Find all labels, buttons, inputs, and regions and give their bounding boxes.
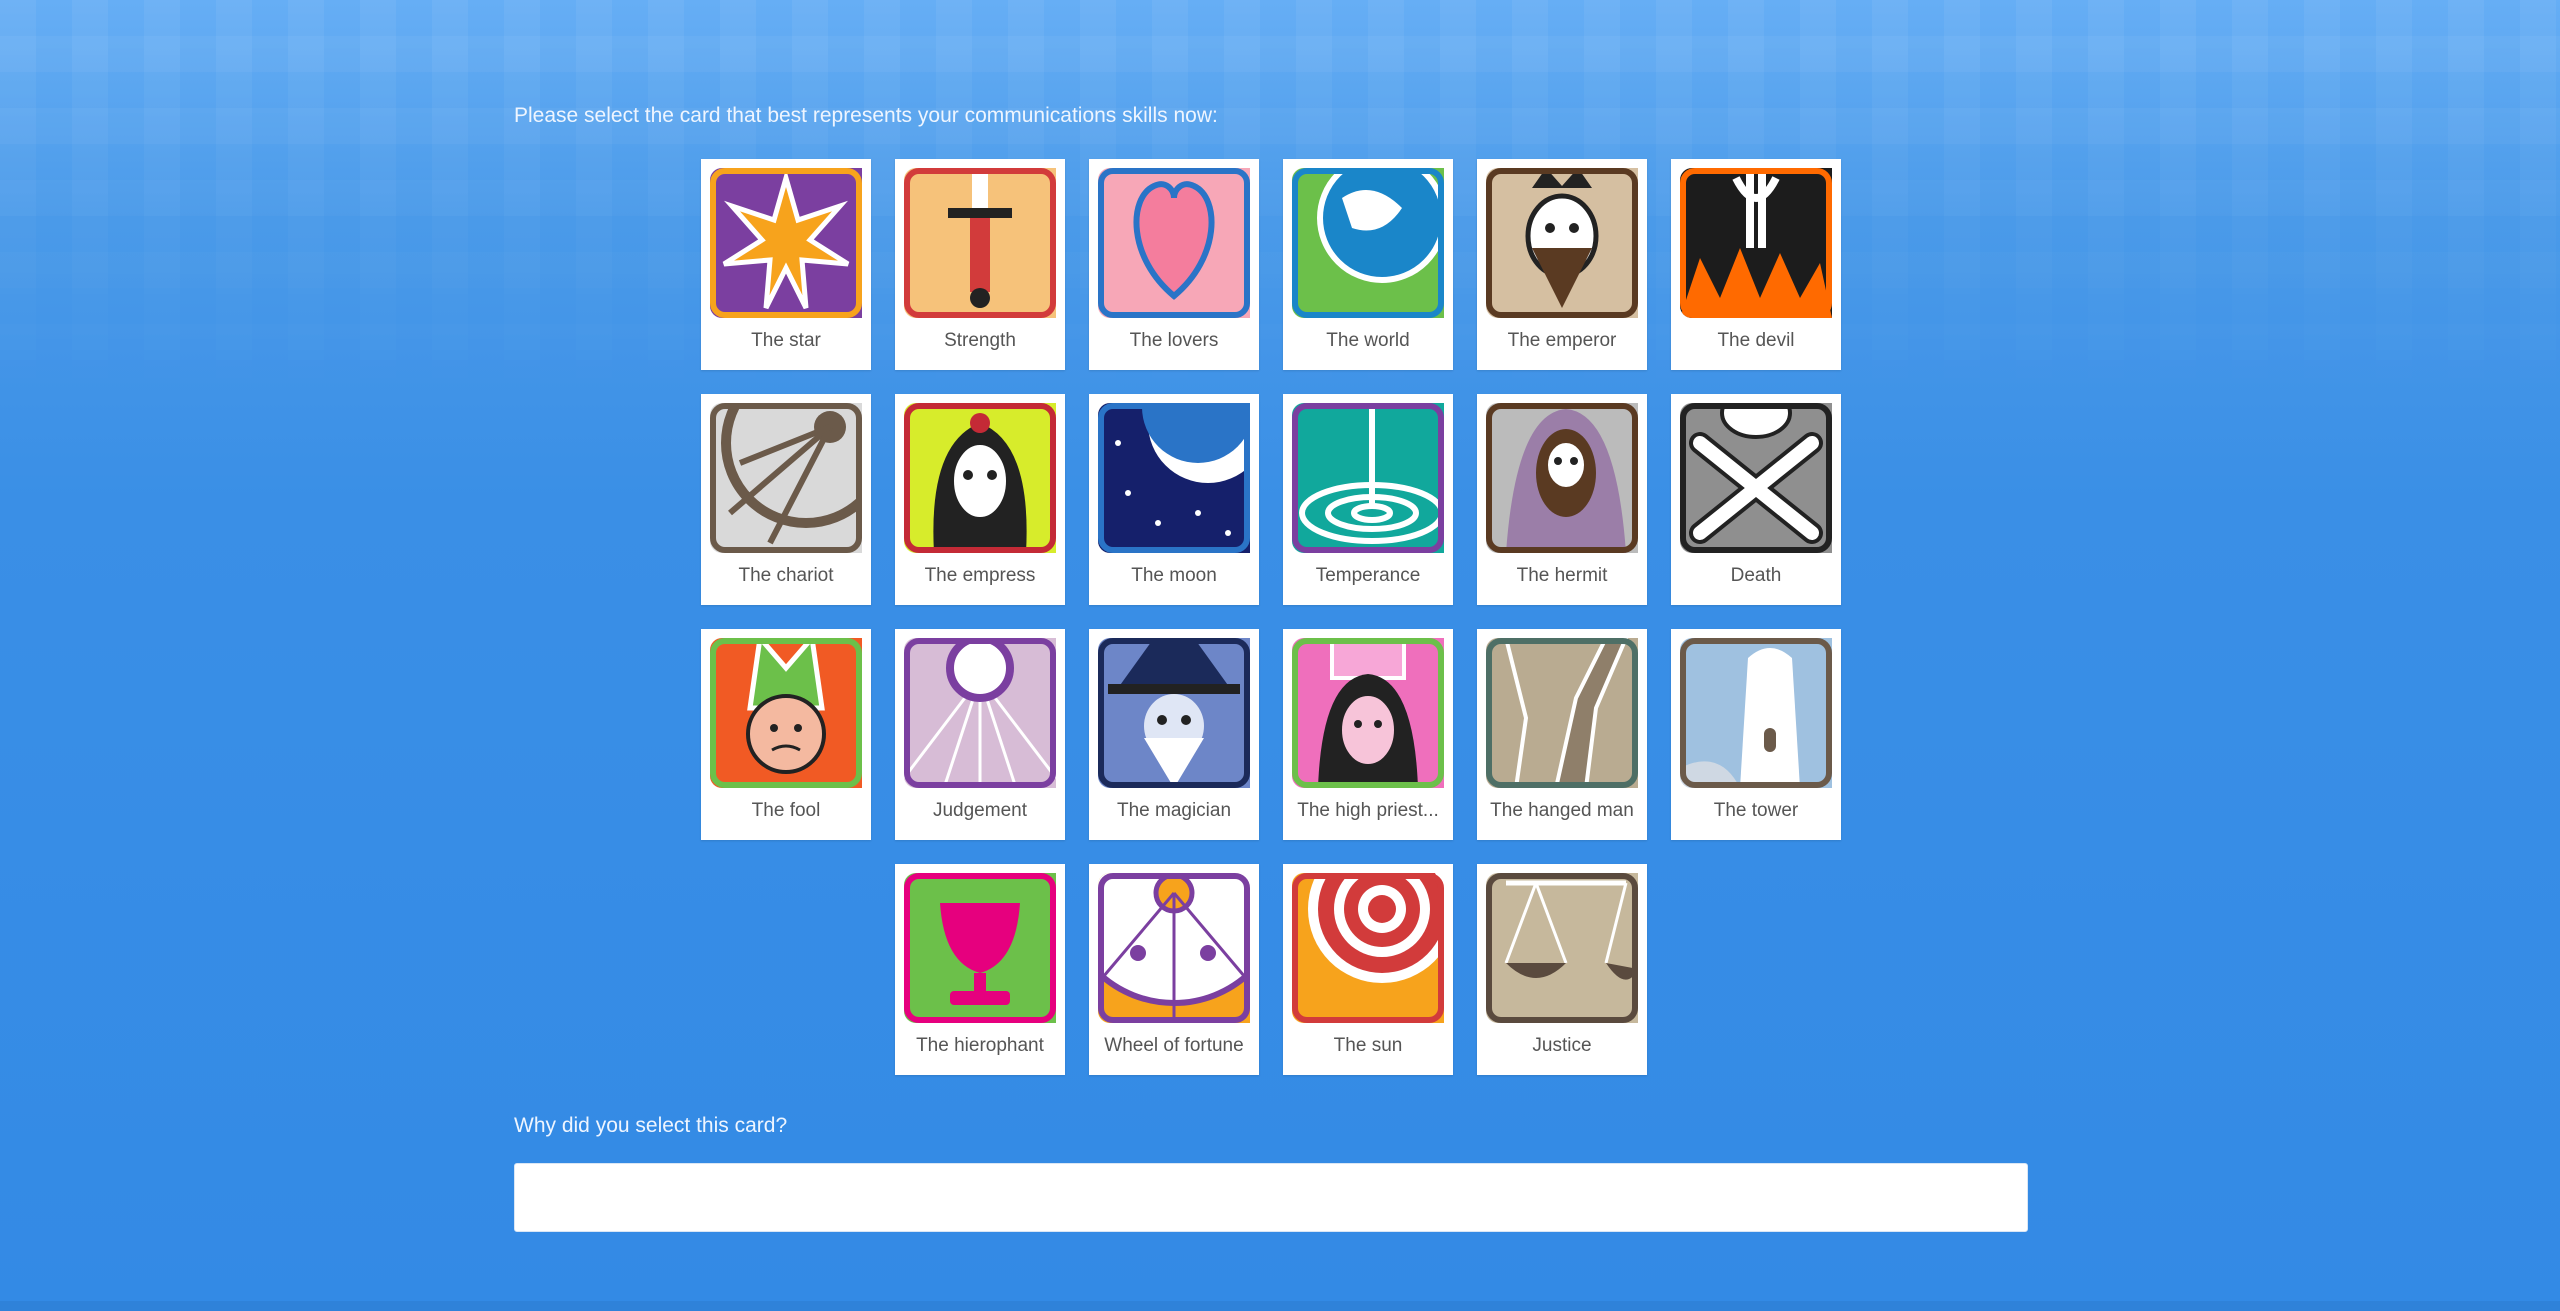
heart-card-icon xyxy=(1098,168,1250,318)
bottom-strip xyxy=(0,1301,2560,1311)
card-label: The star xyxy=(751,330,821,351)
reason-question: Why did you select this card? xyxy=(514,1114,788,1137)
tarot-card-option[interactable]: Death xyxy=(1671,394,1841,605)
card-label: The emperor xyxy=(1507,330,1617,351)
card-label: Death xyxy=(1730,565,1782,586)
emperor-card-icon xyxy=(1486,168,1638,318)
scales-card-icon xyxy=(1486,873,1638,1023)
fortune-card-icon xyxy=(1098,873,1250,1023)
card-label: The moon xyxy=(1131,565,1217,586)
tarot-card-option[interactable]: The chariot xyxy=(701,394,871,605)
tower-card-icon xyxy=(1680,638,1832,788)
tarot-card-option[interactable]: The fool xyxy=(701,629,871,840)
skull-card-icon xyxy=(1680,403,1832,553)
tarot-card-option[interactable]: The empress xyxy=(895,394,1065,605)
tarot-card-option[interactable]: The star xyxy=(701,159,871,370)
card-label: The empress xyxy=(924,565,1036,586)
card-label: The chariot xyxy=(738,565,834,586)
wheel-card-icon xyxy=(710,403,862,553)
card-label: Strength xyxy=(944,330,1016,351)
sun-rays-card-icon xyxy=(904,638,1056,788)
tarot-card-option[interactable]: Justice xyxy=(1477,864,1647,1075)
card-label: The sun xyxy=(1333,1035,1403,1056)
water-card-icon xyxy=(1292,403,1444,553)
tarot-card-option[interactable]: Temperance xyxy=(1283,394,1453,605)
card-label: The world xyxy=(1326,330,1410,351)
reason-input[interactable] xyxy=(514,1163,2028,1232)
card-label: The hanged man xyxy=(1490,800,1634,821)
moon-card-icon xyxy=(1098,403,1250,553)
globe-card-icon xyxy=(1292,168,1444,318)
sun-card-icon xyxy=(1292,873,1444,1023)
star-card-icon xyxy=(710,168,862,318)
card-label: Justice xyxy=(1532,1035,1592,1056)
tarot-card-option[interactable]: Strength xyxy=(895,159,1065,370)
card-label: Temperance xyxy=(1315,565,1421,586)
tarot-card-option[interactable]: The devil xyxy=(1671,159,1841,370)
tarot-card-option[interactable]: The moon xyxy=(1089,394,1259,605)
empress-card-icon xyxy=(904,403,1056,553)
card-grid: The star Strength The lovers The world The e… xyxy=(606,159,1936,1075)
tarot-card-option[interactable]: The emperor xyxy=(1477,159,1647,370)
cup-card-icon xyxy=(904,873,1056,1023)
priestess-card-icon xyxy=(1292,638,1444,788)
tarot-card-option[interactable]: The high priest... xyxy=(1283,629,1453,840)
fool-card-icon xyxy=(710,638,862,788)
card-label: Wheel of fortune xyxy=(1104,1035,1244,1056)
tarot-card-option[interactable]: The world xyxy=(1283,159,1453,370)
tarot-card-option[interactable]: Judgement xyxy=(895,629,1065,840)
card-label: Judgement xyxy=(932,800,1027,821)
tree-card-icon xyxy=(1486,638,1638,788)
tarot-card-option[interactable]: The hanged man xyxy=(1477,629,1647,840)
card-label: The magician xyxy=(1116,800,1232,821)
card-label: The hermit xyxy=(1516,565,1608,586)
tarot-card-option[interactable]: Wheel of fortune xyxy=(1089,864,1259,1075)
card-label: The high priest... xyxy=(1297,800,1439,821)
card-label: The devil xyxy=(1717,330,1795,351)
tarot-card-option[interactable]: The lovers xyxy=(1089,159,1259,370)
card-label: The lovers xyxy=(1129,330,1219,351)
card-question: Please select the card that best represe… xyxy=(514,104,1218,127)
tarot-card-option[interactable]: The sun xyxy=(1283,864,1453,1075)
tarot-card-option[interactable]: The hierophant xyxy=(895,864,1065,1075)
tarot-card-option[interactable]: The tower xyxy=(1671,629,1841,840)
card-label: The hierophant xyxy=(916,1035,1044,1056)
card-label: The tower xyxy=(1713,800,1799,821)
tarot-card-option[interactable]: The magician xyxy=(1089,629,1259,840)
sword-card-icon xyxy=(904,168,1056,318)
hermit-card-icon xyxy=(1486,403,1638,553)
devil-card-icon xyxy=(1680,168,1832,318)
tarot-card-option[interactable]: The hermit xyxy=(1477,394,1647,605)
wizard-card-icon xyxy=(1098,638,1250,788)
card-label: The fool xyxy=(751,800,821,821)
